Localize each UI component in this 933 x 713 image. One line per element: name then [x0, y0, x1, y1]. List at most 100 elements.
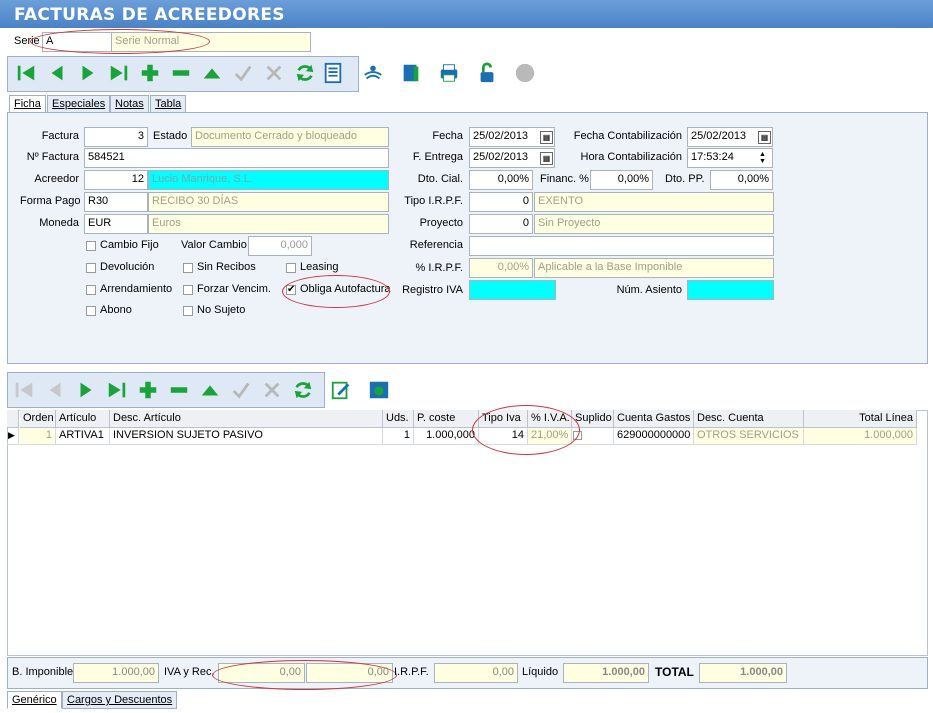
confirm-line-icon[interactable]	[229, 378, 253, 402]
cell-orden[interactable]: 1	[20, 428, 56, 445]
confirm-icon[interactable]	[231, 61, 255, 85]
proyecto-input[interactable]: 0	[469, 214, 533, 234]
cambio-fijo-checkbox[interactable]	[86, 241, 96, 251]
cancel-icon[interactable]	[262, 61, 286, 85]
preview-icon[interactable]	[367, 378, 391, 402]
factura-input[interactable]: 3	[84, 127, 148, 147]
no-sujeto-checkbox[interactable]	[183, 306, 193, 316]
tab-tabla[interactable]: Tabla	[150, 95, 187, 113]
leasing-checkbox[interactable]	[286, 263, 296, 273]
refresh-lines-icon[interactable]	[291, 378, 315, 402]
delete-line-icon[interactable]	[167, 378, 191, 402]
annotation-oval	[472, 405, 580, 455]
abono-checkbox[interactable]	[86, 306, 96, 316]
moneda-input[interactable]: EUR	[84, 214, 148, 234]
links-icon[interactable]	[361, 61, 385, 85]
col-header-orden[interactable]: Orden	[20, 410, 56, 428]
tipoirpf-name-field: EXENTO	[534, 192, 774, 212]
unlock-icon[interactable]	[475, 61, 499, 85]
formapago-input[interactable]: R30	[84, 192, 148, 212]
tab-generico[interactable]: Genérico	[7, 691, 62, 709]
valor-cambio-label: Valor Cambio	[181, 239, 247, 251]
total-label: TOTAL	[655, 665, 694, 679]
door-icon[interactable]	[399, 61, 423, 85]
next-line-icon[interactable]	[74, 378, 98, 402]
cell-uds[interactable]: 1	[383, 428, 414, 445]
edit-document-icon[interactable]	[329, 378, 353, 402]
refresh-icon[interactable]	[293, 61, 317, 85]
forzar-vencim-checkbox[interactable]	[183, 285, 193, 295]
previous-line-icon[interactable]	[43, 378, 67, 402]
referencia-input[interactable]	[469, 236, 774, 256]
referencia-label: Referencia	[409, 239, 463, 251]
arrendamiento-checkbox[interactable]	[86, 285, 96, 295]
bimp-field: 1.000,00	[73, 663, 159, 683]
col-header-total-linea[interactable]: Total Línea	[804, 410, 917, 428]
cell-p-coste[interactable]: 1.000,000	[414, 428, 479, 445]
cell-cuenta-gastos[interactable]: 629000000000	[614, 428, 694, 445]
arrendamiento-label: Arrendamiento	[100, 283, 173, 295]
calendar-icon[interactable]: ▦	[540, 131, 553, 144]
dtopp-input[interactable]: 0,00%	[710, 170, 773, 190]
tab-especiales[interactable]: Especiales	[47, 95, 111, 113]
sin-recibos-checkbox[interactable]	[183, 263, 193, 273]
nfactura-input[interactable]: 584521	[84, 148, 389, 168]
cell-desc-cuenta[interactable]: OTROS SERVICIOS	[694, 428, 804, 445]
registroiva-label: Registro IVA	[402, 284, 463, 296]
moneda-label: Moneda	[39, 217, 79, 229]
tab-notas[interactable]: Notas	[110, 95, 149, 113]
annotation-oval	[30, 29, 210, 54]
estado-field: Documento Cerrado y bloqueado	[191, 127, 389, 147]
bimp-label: B. Imponible	[12, 666, 74, 678]
move-line-up-icon[interactable]	[198, 378, 222, 402]
numasiento-input[interactable]	[687, 280, 774, 300]
last-record-icon[interactable]	[107, 61, 131, 85]
acreedor-input[interactable]: 12	[84, 170, 148, 190]
list-icon[interactable]	[321, 61, 345, 85]
col-header-p-coste[interactable]: P. coste	[414, 410, 479, 428]
col-header-desc-cuenta[interactable]: Desc. Cuenta	[694, 410, 804, 428]
calendar-icon[interactable]: ▦	[758, 131, 771, 144]
cell-total-linea[interactable]: 1.000,000	[804, 428, 917, 445]
first-record-icon[interactable]	[14, 61, 38, 85]
tipoirpf-input[interactable]: 0	[469, 192, 533, 212]
dtocial-input[interactable]: 0,00%	[469, 170, 533, 190]
formapago-label: Forma Pago	[20, 195, 81, 207]
acreedor-name-field: Lucio Manrique, S.L.	[148, 170, 389, 190]
financ-input[interactable]: 0,00%	[590, 170, 653, 190]
col-header-desc-articulo[interactable]: Desc. Artículo	[110, 410, 383, 428]
last-line-icon[interactable]	[105, 378, 129, 402]
col-header-cuenta-gastos[interactable]: Cuenta Gastos	[614, 410, 694, 428]
first-line-icon[interactable]	[12, 378, 36, 402]
acreedor-label: Acreedor	[34, 173, 79, 185]
valor-cambio-input[interactable]: 0,000	[248, 236, 312, 256]
fechacont-label: Fecha Contabilización	[573, 130, 682, 142]
tab-ficha[interactable]: Ficha	[9, 95, 46, 113]
col-header-articulo[interactable]: Artículo	[56, 410, 110, 428]
time-spinner-icon[interactable]: ▲ ▼	[759, 151, 766, 165]
next-record-icon[interactable]	[76, 61, 100, 85]
cell-desc-articulo[interactable]: INVERSION SUJETO PASIVO	[110, 428, 383, 445]
add-icon[interactable]	[138, 61, 162, 85]
annotation-oval	[212, 660, 397, 690]
tab-cargos-descuentos[interactable]: Cargos y Descuentos	[62, 691, 178, 709]
dtopp-label: Dto. PP.	[665, 173, 705, 185]
no-sujeto-label: No Sujeto	[197, 304, 246, 316]
row-selector-icon[interactable]: ▶	[7, 428, 19, 445]
col-header-uds[interactable]: Uds.	[383, 410, 414, 428]
printer-icon[interactable]	[437, 61, 461, 85]
devolucion-checkbox[interactable]	[86, 263, 96, 273]
cancel-line-icon[interactable]	[260, 378, 284, 402]
registroiva-input[interactable]	[469, 280, 556, 300]
status-icon[interactable]	[513, 61, 537, 85]
add-line-icon[interactable]	[136, 378, 160, 402]
cambio-fijo-label: Cambio Fijo	[100, 239, 159, 251]
cell-articulo[interactable]: ARTIVA1	[56, 428, 110, 445]
delete-icon[interactable]	[169, 61, 193, 85]
liquido-label: Líquido	[522, 666, 559, 678]
liquido-field: 1.000,00	[563, 663, 649, 683]
pirpf-input[interactable]: 0,00%	[469, 258, 533, 278]
calendar-icon[interactable]: ▦	[540, 152, 553, 165]
previous-record-icon[interactable]	[45, 61, 69, 85]
move-up-icon[interactable]	[200, 61, 224, 85]
